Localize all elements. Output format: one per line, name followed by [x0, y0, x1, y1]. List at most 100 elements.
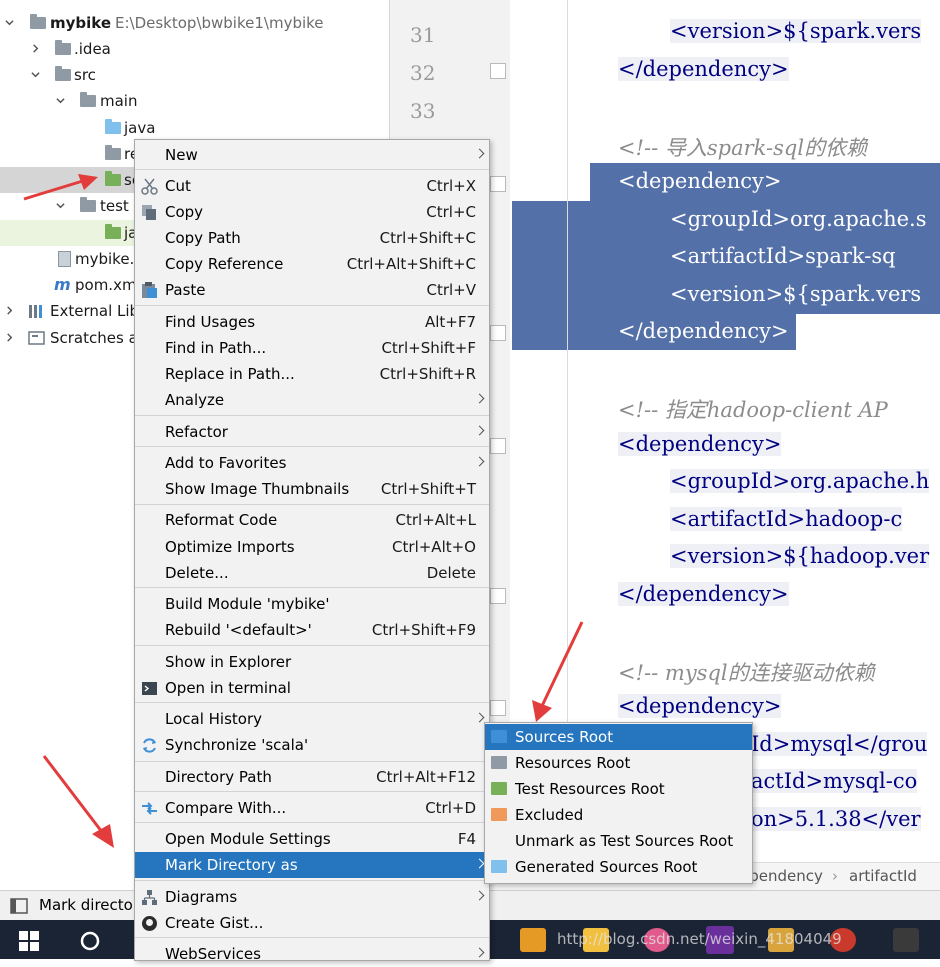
submenu-item-excluded[interactable]: Excluded	[485, 802, 752, 828]
xml-tag: <version>${spark.vers	[670, 282, 922, 306]
xml-tag: on>5.1.38</ver	[751, 807, 921, 831]
tree-item-src[interactable]: src	[0, 62, 389, 88]
menu-item-synchronize[interactable]: Synchronize 'scala'	[135, 732, 489, 758]
chevron-down-icon[interactable]	[56, 96, 65, 105]
chevron-right-icon[interactable]	[31, 44, 40, 53]
tree-item-label: test	[100, 197, 129, 215]
submenu-item-sources-root[interactable]: Sources Root	[485, 724, 752, 750]
chevron-down-icon[interactable]	[5, 18, 14, 27]
menu-item-copy-path[interactable]: Copy Path Ctrl+Shift+C	[135, 225, 489, 251]
menu-shortcut: Ctrl+Alt+F12	[376, 768, 476, 786]
submenu-item-label: Sources Root	[515, 728, 614, 746]
submenu-item-unmark-test-sources-root[interactable]: Unmark as Test Sources Root	[485, 828, 752, 854]
menu-separator	[135, 937, 489, 938]
menu-item-local-history[interactable]: Local History	[135, 706, 489, 732]
menu-item-find-in-path[interactable]: Find in Path... Ctrl+Shift+F	[135, 335, 489, 361]
windows-start-icon[interactable]	[19, 931, 39, 951]
copy-icon	[142, 205, 156, 220]
submenu-arrow-icon	[474, 393, 485, 404]
chevron-down-icon[interactable]	[31, 70, 40, 79]
fold-marker-icon[interactable]	[490, 588, 506, 604]
app-icon[interactable]	[893, 928, 919, 952]
fold-marker-icon[interactable]	[490, 325, 506, 341]
test-resources-root-folder-icon	[491, 782, 507, 795]
menu-item-new[interactable]: New	[135, 142, 489, 168]
submenu-arrow-icon	[474, 456, 485, 467]
fold-marker-icon[interactable]	[490, 63, 506, 79]
menu-item-diagrams[interactable]: Diagrams	[135, 884, 489, 910]
submenu-arrow-icon	[474, 712, 485, 723]
fold-marker-icon[interactable]	[490, 176, 506, 192]
menu-item-show-in-explorer[interactable]: Show in Explorer	[135, 649, 489, 675]
submenu-item-generated-sources-root[interactable]: Generated Sources Root	[485, 854, 752, 880]
status-message: Mark directo	[39, 896, 133, 914]
menu-item-label: Local History	[165, 710, 263, 728]
menu-shortcut: Ctrl+Alt+Shift+C	[346, 255, 476, 273]
diagrams-icon	[142, 890, 157, 905]
menu-separator	[135, 880, 489, 881]
code-line: Id>mysql</grou	[751, 732, 928, 756]
menu-item-open-module-settings[interactable]: Open Module Settings F4	[135, 826, 489, 852]
submenu-arrow-icon	[474, 148, 485, 159]
menu-item-create-gist[interactable]: Create Gist...	[135, 910, 489, 936]
tool-window-icon[interactable]	[10, 898, 28, 914]
menu-item-add-to-favorites[interactable]: Add to Favorites	[135, 450, 489, 476]
submenu-item-test-resources-root[interactable]: Test Resources Root	[485, 776, 752, 802]
menu-separator	[135, 504, 489, 505]
menu-shortcut: Ctrl+Shift+F	[381, 339, 476, 357]
chevron-down-icon[interactable]	[56, 201, 65, 210]
menu-item-refactor[interactable]: Refactor	[135, 419, 489, 445]
compare-icon	[142, 802, 157, 815]
menu-item-label: Diagrams	[165, 888, 238, 906]
menu-item-reformat-code[interactable]: Reformat Code Ctrl+Alt+L	[135, 507, 489, 533]
menu-item-rebuild[interactable]: Rebuild '<default>' Ctrl+Shift+F9	[135, 617, 489, 643]
chevron-right-icon[interactable]	[5, 306, 14, 315]
tree-item-idea[interactable]: .idea	[0, 36, 389, 62]
excluded-folder-icon	[491, 808, 507, 821]
menu-item-copy-reference[interactable]: Copy Reference Ctrl+Alt+Shift+C	[135, 251, 489, 277]
menu-item-find-usages[interactable]: Find Usages Alt+F7	[135, 309, 489, 335]
cortana-icon[interactable]	[79, 930, 101, 952]
menu-item-optimize-imports[interactable]: Optimize Imports Ctrl+Alt+O	[135, 534, 489, 560]
tree-item-mybike[interactable]: mybike E:\Desktop\bwbike1\mybike	[0, 10, 389, 36]
tree-item-java[interactable]: java	[0, 115, 389, 141]
menu-item-label: Show in Explorer	[165, 653, 292, 671]
menu-item-directory-path[interactable]: Directory Path Ctrl+Alt+F12	[135, 764, 489, 790]
annotation-arrow-icon	[532, 621, 584, 722]
menu-item-analyze[interactable]: Analyze	[135, 387, 489, 413]
menu-shortcut: Delete	[426, 564, 476, 582]
menu-item-build-module[interactable]: Build Module 'mybike'	[135, 591, 489, 617]
menu-item-label: Find in Path...	[165, 339, 267, 357]
menu-shortcut: Ctrl+V	[426, 281, 476, 299]
menu-item-delete[interactable]: Delete... Delete	[135, 560, 489, 586]
menu-item-compare-with[interactable]: Compare With... Ctrl+D	[135, 795, 489, 821]
app-icon[interactable]	[520, 928, 546, 952]
tree-item-label: Scratches an	[50, 329, 148, 347]
menu-separator	[135, 169, 489, 170]
chevron-right-icon[interactable]	[5, 333, 14, 342]
xml-tag: <artifactId>hadoop-c	[670, 507, 903, 531]
menu-item-paste[interactable]: Paste Ctrl+V	[135, 277, 489, 303]
menu-item-webservices[interactable]: WebServices	[135, 941, 489, 967]
menu-item-show-image-thumbnails[interactable]: Show Image Thumbnails Ctrl+Shift+T	[135, 476, 489, 502]
code-line: <groupId>org.apache.h	[670, 469, 930, 493]
code-line-selected: <artifactId>spark-sq	[670, 244, 896, 268]
scissors-icon	[141, 178, 158, 195]
menu-shortcut: Ctrl+Shift+C	[379, 229, 476, 247]
menu-item-label: Copy Path	[165, 229, 241, 247]
menu-item-cut[interactable]: Cut Ctrl+X	[135, 173, 489, 199]
fold-marker-icon[interactable]	[490, 438, 506, 454]
tree-item-main[interactable]: main	[0, 88, 389, 114]
breadcrumb-item[interactable]: artifactId	[849, 867, 917, 885]
line-number: 31	[410, 23, 436, 47]
tree-item-label: main	[100, 92, 138, 110]
menu-item-replace-in-path[interactable]: Replace in Path... Ctrl+Shift+R	[135, 361, 489, 387]
generated-sources-root-folder-icon	[491, 860, 507, 873]
menu-item-label: Paste	[165, 281, 206, 299]
menu-item-copy[interactable]: Copy Ctrl+C	[135, 199, 489, 225]
menu-item-label: Reformat Code	[165, 511, 278, 529]
menu-item-mark-directory-as[interactable]: Mark Directory as	[135, 852, 489, 878]
menu-item-open-in-terminal[interactable]: Open in terminal	[135, 675, 489, 701]
submenu-item-resources-root[interactable]: Resources Root	[485, 750, 752, 776]
fold-marker-icon[interactable]	[490, 700, 506, 716]
